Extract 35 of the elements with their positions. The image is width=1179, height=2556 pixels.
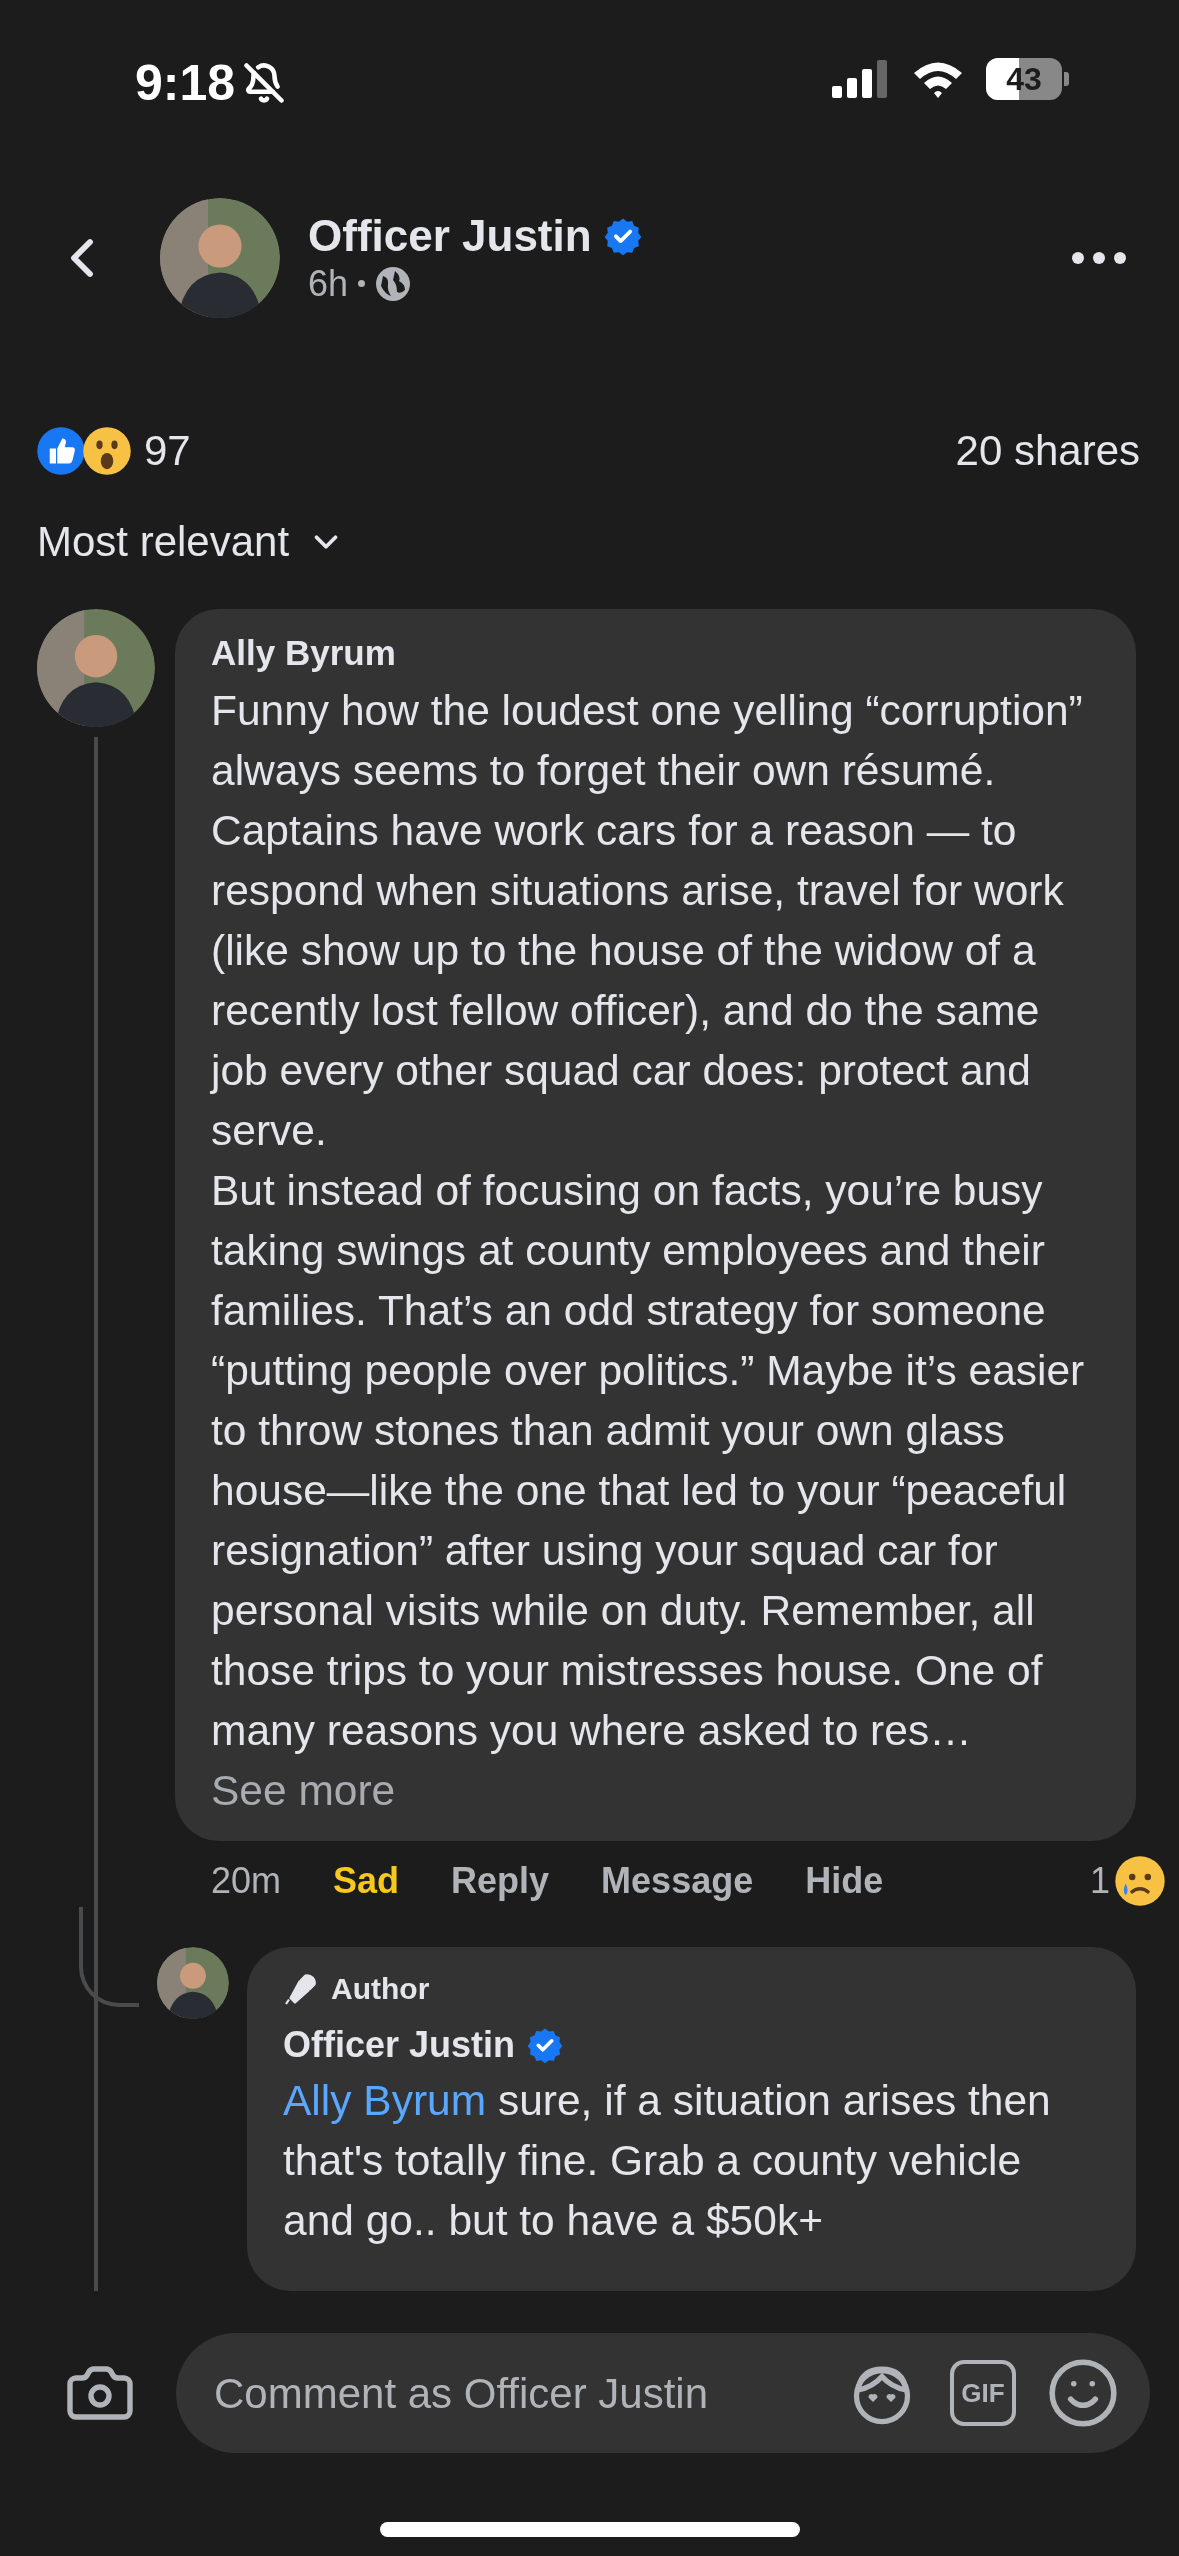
comment-action[interactable]: Message xyxy=(601,1863,754,1899)
status-time: 9:18 xyxy=(135,58,236,108)
see-more-link[interactable]: See more xyxy=(211,1767,396,1814)
wow-emoji-icon xyxy=(82,426,132,476)
signal-icon xyxy=(832,60,890,98)
bell-off-icon xyxy=(243,62,286,104)
reply-text: Ally Byrum sure, if a situation arises then that's totally fine. Grab a county vehicle and go.. but to have a $50k+ xyxy=(283,2076,1052,2246)
avatar[interactable] xyxy=(37,609,155,727)
reaction-count[interactable]: 97 xyxy=(144,430,191,472)
comment-author[interactable]: Ally Byrum xyxy=(211,631,1100,675)
battery-cap xyxy=(1064,72,1069,86)
microphone-icon xyxy=(283,1971,319,2007)
globe-icon xyxy=(375,265,412,302)
sad-reaction-link[interactable]: Sad xyxy=(333,1863,400,1899)
avatar[interactable] xyxy=(160,197,280,318)
gif-button[interactable]: GIF xyxy=(950,2360,1016,2426)
sad-emoji-icon xyxy=(1114,1855,1166,1907)
wifi-icon xyxy=(912,60,964,98)
comment-action[interactable]: Reply xyxy=(451,1863,550,1899)
mention-link[interactable]: Ally Byrum xyxy=(283,2077,487,2124)
emoji-icon[interactable] xyxy=(1046,2356,1120,2430)
comment-input[interactable]: Comment as Officer Justin GIF xyxy=(176,2333,1150,2453)
post-author[interactable]: Officer Justin xyxy=(308,213,592,258)
comment-reaction-count[interactable]: 1 xyxy=(1089,1863,1110,1899)
comment-time: 20m xyxy=(211,1863,282,1899)
reply-author[interactable]: Officer Justin xyxy=(283,2023,516,2067)
comment-action[interactable]: Hide xyxy=(805,1863,884,1899)
avatar[interactable] xyxy=(157,1947,229,2019)
comment-text: Funny how the loudest one yelling “corruption” always seems to forget their own résumé. Captains have work cars for a reason — to respond when situations arise, travel for work (like show up to the house of the widow of a recently lost fellow officer), and do the same job every other squad car does: protect and serve. But instead of focusing on facts, you’re busy taking swings at county employees and their families. That’s an odd strategy for someone “putting people over politics.” Maybe it’s easier to throw stones than admit your own glass house—like the one that led to your “peaceful resignation” after using your squad car for personal visits while on duty. Remember, all those trips to your mistresses house. One of many reasons you where asked to res… See more xyxy=(211,686,1086,1816)
share-count[interactable]: 20 shares xyxy=(955,430,1140,472)
post-time: 6h xyxy=(308,265,349,302)
more-options-icon[interactable] xyxy=(1071,250,1127,265)
sort-dropdown[interactable]: Most relevant xyxy=(37,521,290,563)
like-reaction-icon xyxy=(36,426,86,476)
author-label: Author xyxy=(331,1974,430,2004)
